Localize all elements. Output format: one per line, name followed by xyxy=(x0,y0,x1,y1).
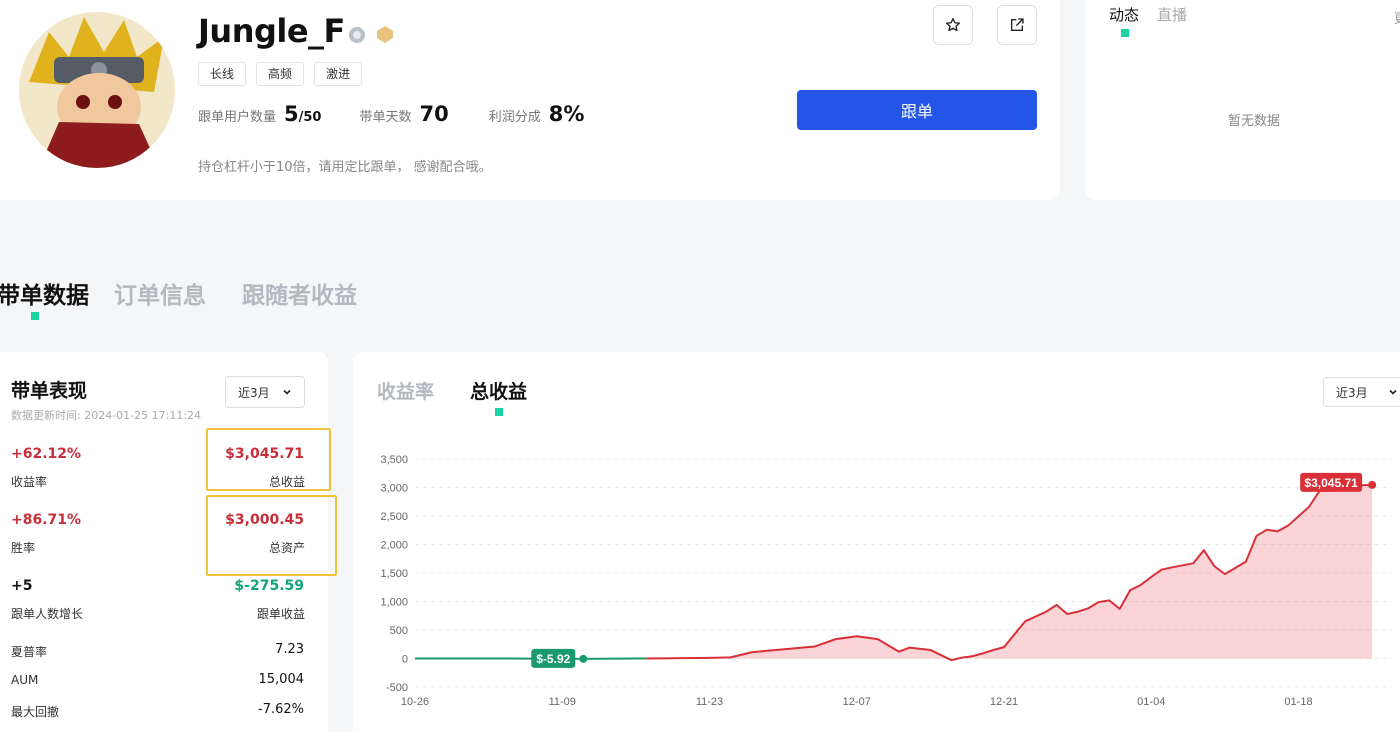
trader-tags: 长线 高频 激进 xyxy=(198,62,362,86)
copy-profit-label: 跟单收益 xyxy=(257,605,305,622)
x-tick-label: 11-23 xyxy=(696,696,723,708)
total-assets-label: 总资产 xyxy=(269,539,305,556)
range-select[interactable]: 近3月 xyxy=(225,376,305,408)
y-tick-label: 2,500 xyxy=(380,511,408,523)
y-tick-label: 0 xyxy=(402,654,408,666)
y-tick-label: 3,000 xyxy=(380,483,408,495)
aum-value: 15,004 xyxy=(259,672,305,687)
days-label: 带单天数 xyxy=(359,106,411,125)
profit-share-value: 8% xyxy=(549,102,585,126)
tab-follower-earnings[interactable]: 跟随者收益 xyxy=(242,276,357,310)
profit-share-label: 利润分成 xyxy=(489,106,541,125)
x-tick-label: 12-21 xyxy=(990,696,1018,708)
favorite-button[interactable] xyxy=(933,5,973,45)
y-tick-label: 1,000 xyxy=(380,597,408,609)
silver-medal-icon xyxy=(347,24,367,44)
chevron-down-icon xyxy=(1388,387,1398,397)
active-tab-indicator xyxy=(495,408,503,416)
trader-description: 持仓杠杆小于10倍，请用定比跟单， 感谢配合哦。 xyxy=(198,156,492,175)
y-tick-label: 1,500 xyxy=(380,568,408,580)
x-tick-label: 10-26 xyxy=(401,696,429,708)
annotation-label: $3,045.71 xyxy=(1304,476,1358,490)
days-value: 70 xyxy=(420,102,449,126)
annotation-label: $-5.92 xyxy=(536,652,570,666)
chevron-down-icon xyxy=(282,387,292,397)
followers-value: 5 xyxy=(284,102,299,126)
tag: 高频 xyxy=(256,62,304,86)
avatar-image xyxy=(19,12,175,168)
x-tick-label: 12-07 xyxy=(843,696,871,708)
y-tick-label: 500 xyxy=(390,625,408,637)
tab-copy-data[interactable]: 带单数据 xyxy=(0,276,89,310)
feed-card: 动态 直播 更多 暂无数据 xyxy=(1085,0,1400,200)
follower-growth-label: 跟单人数增长 xyxy=(11,605,83,622)
more-link[interactable]: 更多 xyxy=(1394,8,1400,27)
y-tick-label: 3,500 xyxy=(380,454,408,466)
share-button[interactable] xyxy=(997,5,1037,45)
share-icon xyxy=(1009,17,1025,33)
follow-trade-button[interactable]: 跟单 xyxy=(797,90,1037,130)
tab-total-profit[interactable]: 总收益 xyxy=(470,377,527,404)
tag: 长线 xyxy=(198,62,246,86)
return-rate-value: +62.12% xyxy=(11,446,81,462)
total-assets-value: $3,000.45 xyxy=(225,512,304,528)
tab-return-rate[interactable]: 收益率 xyxy=(377,377,434,404)
chart-range-select-value: 近3月 xyxy=(1336,384,1368,401)
x-tick-label: 01-04 xyxy=(1137,696,1165,708)
profit-chart: 3,500 3,000 2,500 2,000 1,500 1,000 500 0 -500 10… xyxy=(353,440,1400,717)
highlight-box xyxy=(206,495,337,576)
active-tab-indicator xyxy=(31,312,39,320)
empty-state: 暂无数据 xyxy=(1228,110,1280,129)
return-rate-label: 收益率 xyxy=(11,473,47,490)
total-profit-value: $3,045.71 xyxy=(225,446,304,462)
followers-label: 跟单用户数量 xyxy=(198,106,276,125)
total-profit-label: 总收益 xyxy=(269,473,305,490)
tab-live[interactable]: 直播 xyxy=(1157,4,1187,25)
copy-profit-value: $-275.59 xyxy=(234,578,304,594)
annotation-point xyxy=(1368,481,1376,489)
followers-max: /50 xyxy=(299,110,322,125)
trader-profile-card: Jungle_F 长线 高频 激进 跟单用户数量 5 /50 带单天数 70 利… xyxy=(0,0,1060,200)
x-tick-label: 01-18 xyxy=(1284,696,1312,708)
avatar[interactable] xyxy=(19,12,175,168)
max-drawdown-label: 最大回撤 xyxy=(11,703,59,720)
update-time: 数据更新时间: 2024-01-25 17:11:24 xyxy=(11,407,201,423)
annotation-point xyxy=(579,655,587,663)
aum-label: AUM xyxy=(11,673,38,687)
trader-stats: 跟单用户数量 5 /50 带单天数 70 利润分成 8% xyxy=(198,102,584,126)
win-rate-value: +86.71% xyxy=(11,512,81,528)
max-drawdown-value: -7.62% xyxy=(258,702,304,717)
username: Jungle_F xyxy=(198,12,345,50)
active-tab-indicator xyxy=(1121,29,1129,37)
star-icon xyxy=(945,17,961,33)
performance-title: 带单表现 xyxy=(11,376,87,403)
sharpe-value: 7.23 xyxy=(275,642,304,657)
tab-activity[interactable]: 动态 xyxy=(1109,4,1139,25)
sharpe-label: 夏普率 xyxy=(11,643,47,660)
bronze-badge-icon xyxy=(375,24,395,44)
tag: 激进 xyxy=(314,62,362,86)
range-select-value: 近3月 xyxy=(238,384,270,401)
y-tick-label: -500 xyxy=(386,682,408,694)
chart-range-select[interactable]: 近3月 xyxy=(1323,377,1400,407)
y-tick-label: 2,000 xyxy=(380,540,408,552)
tab-order-info[interactable]: 订单信息 xyxy=(114,276,206,310)
follower-growth-value: +5 xyxy=(11,578,32,594)
x-tick-label: 11-09 xyxy=(549,696,576,708)
performance-card: 带单表现 数据更新时间: 2024-01-25 17:11:24 近3月 +62… xyxy=(0,352,328,732)
win-rate-label: 胜率 xyxy=(11,539,35,556)
